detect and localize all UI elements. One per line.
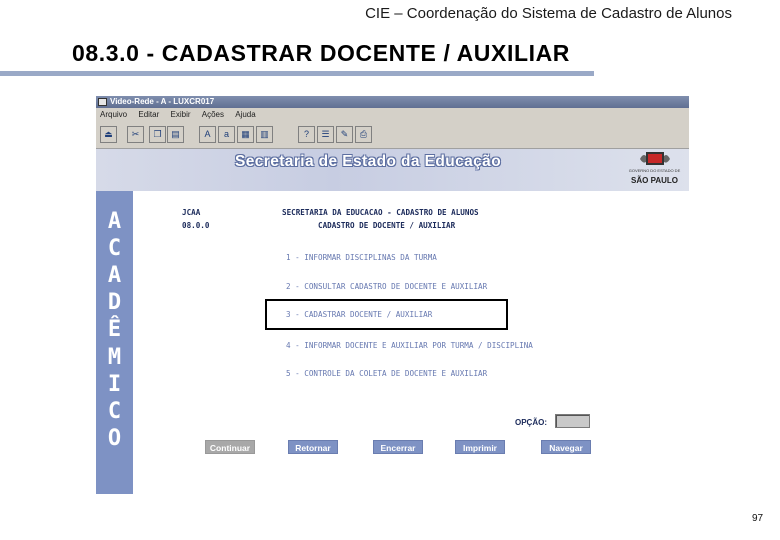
seal-icon xyxy=(640,152,670,165)
cut-icon[interactable]: ✂ xyxy=(127,126,144,143)
screen-code: 08.0.0 xyxy=(182,221,210,230)
navegar-button[interactable]: Navegar xyxy=(541,440,591,454)
slide-header-title: CIE – Coordenação do Sistema de Cadastro… xyxy=(365,5,732,22)
sidebar-vertical-label: A C A D Ê M I C O xyxy=(96,191,133,494)
sidebar-letter: A xyxy=(107,263,122,288)
seal-state: SÃO PAULO xyxy=(631,176,678,185)
sidebar-letter: C xyxy=(107,236,122,261)
sidebar-letter: M xyxy=(107,345,122,370)
sidebar-letter: C xyxy=(107,399,122,424)
app-window: Video-Rede - A - LUXCR017 Arquivo Editar… xyxy=(96,96,689,494)
window-titlebar: Video-Rede - A - LUXCR017 xyxy=(96,96,689,108)
menu-bar: Arquivo Editar Exibir Ações Ajuda xyxy=(96,108,689,121)
encerrar-button[interactable]: Encerrar xyxy=(373,440,423,454)
menu-option-4[interactable]: 4 - INFORMAR DOCENTE E AUXILIAR POR TURM… xyxy=(286,341,533,350)
option-input[interactable] xyxy=(555,414,590,428)
toolbar: ⏏ ✂ ❐ ▤ A a ▦ ▥ ? ☰ ✎ ⎙ xyxy=(96,121,689,149)
system-code: JCAA xyxy=(182,208,201,217)
table-icon[interactable]: ▥ xyxy=(256,126,273,143)
document-icon[interactable]: ☰ xyxy=(317,126,334,143)
sidebar-letter: A xyxy=(107,209,122,234)
menu-exibir[interactable]: Exibir xyxy=(171,110,191,119)
menu-option-1[interactable]: 1 - INFORMAR DISCIPLINAS DA TURMA xyxy=(286,253,437,262)
font-size-icon[interactable]: a xyxy=(218,126,235,143)
menu-option-2[interactable]: 2 - CONSULTAR CADASTRO DE DOCENTE E AUXI… xyxy=(286,282,487,291)
header-rule xyxy=(0,71,594,76)
menu-acoes[interactable]: Ações xyxy=(202,110,224,119)
menu-editar[interactable]: Editar xyxy=(138,110,159,119)
copy-icon[interactable]: ❐ xyxy=(149,126,166,143)
imprimir-button[interactable]: Imprimir xyxy=(455,440,505,454)
sidebar-letter: O xyxy=(107,426,122,451)
sidebar-letter: Ê xyxy=(107,317,122,342)
screen-heading: SECRETARIA DA EDUCACAO - CADASTRO DE ALU… xyxy=(282,208,479,217)
selected-option-highlight xyxy=(265,299,508,330)
sidebar-letter: D xyxy=(107,290,122,315)
print-icon[interactable]: ⎙ xyxy=(355,126,372,143)
screen-subheading: CADASTRO DE DOCENTE / AUXILIAR xyxy=(318,221,456,230)
edit-icon[interactable]: ✎ xyxy=(336,126,353,143)
retornar-button[interactable]: Retornar xyxy=(288,440,338,454)
section-title: 08.3.0 - CADASTRAR DOCENTE / AUXILIAR xyxy=(72,40,571,66)
menu-option-5[interactable]: 5 - CONTROLE DA COLETA DE DOCENTE E AUXI… xyxy=(286,369,487,378)
help-icon[interactable]: ? xyxy=(298,126,315,143)
seal-caption: GOVERNO DO ESTADO DE xyxy=(628,168,681,173)
state-seal-logo: GOVERNO DO ESTADO DE SÃO PAULO xyxy=(626,150,683,188)
font-icon[interactable]: A xyxy=(199,126,216,143)
sidebar-letter: I xyxy=(107,372,122,397)
menu-arquivo[interactable]: Arquivo xyxy=(100,110,127,119)
continuar-button[interactable]: Continuar xyxy=(205,440,255,454)
paste-icon[interactable]: ▤ xyxy=(167,126,184,143)
menu-ajuda[interactable]: Ajuda xyxy=(235,110,255,119)
page-number: 97 xyxy=(752,513,764,524)
window-title: Video-Rede - A - LUXCR017 xyxy=(110,97,215,106)
system-menu-icon[interactable] xyxy=(98,98,107,106)
slide-header: CIE – Coordenação do Sistema de Cadastro… xyxy=(0,0,780,28)
option-label: OPÇÃO: xyxy=(515,418,547,427)
exit-icon[interactable]: ⏏ xyxy=(100,126,117,143)
grid-icon[interactable]: ▦ xyxy=(237,126,254,143)
banner-title: Secretaria de Estado da Educação xyxy=(235,153,502,170)
banner: Secretaria de Estado da Educação GOVERNO… xyxy=(96,149,689,191)
